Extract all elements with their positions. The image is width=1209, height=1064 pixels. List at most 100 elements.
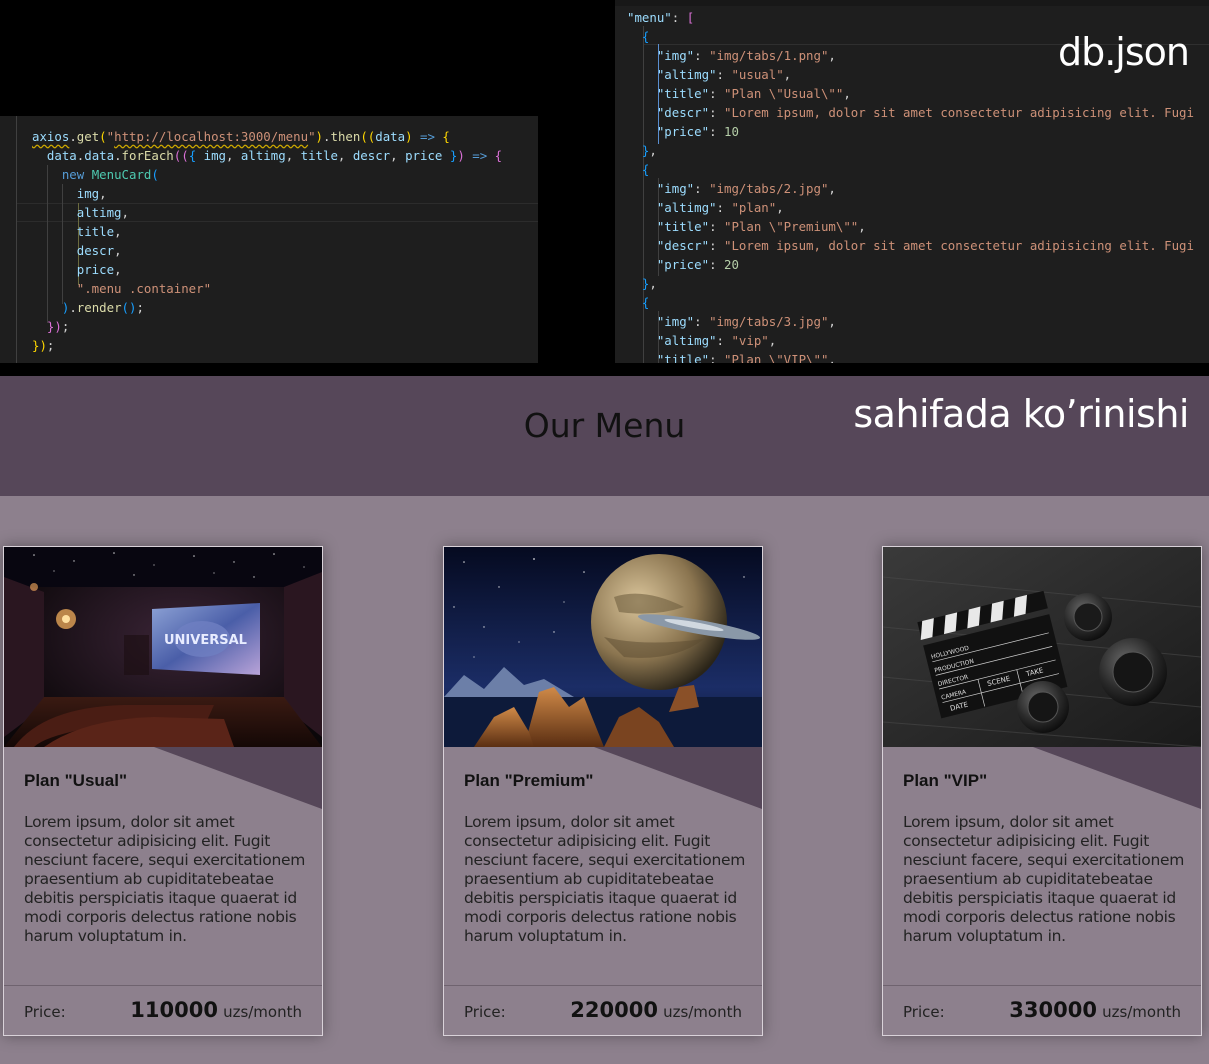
- menu-card: HOLLYWOOD PRODUCTION DIRECTOR CAMERA DAT…: [882, 546, 1202, 1036]
- home-cinema-image: UNIVERSAL: [4, 547, 322, 747]
- code-line: "title": "Plan \"Premium\"",: [627, 217, 1194, 236]
- code-token: then: [330, 129, 361, 144]
- code-token: 10: [723, 124, 739, 139]
- code-token: ,: [858, 219, 866, 234]
- code-token: descr: [352, 148, 391, 163]
- code-token: :: [709, 86, 724, 101]
- code-line: "descr": "Lorem ipsum, dolor sit amet co…: [627, 236, 1194, 255]
- code-token: "Plan \"Usual\"": [723, 86, 844, 101]
- code-line: "altimg": "plan",: [627, 198, 1194, 217]
- screen-logo-text: UNIVERSAL: [164, 633, 247, 648]
- clapperboard-image: HOLLYWOOD PRODUCTION DIRECTOR CAMERA DAT…: [883, 547, 1201, 747]
- code-token: altimg: [32, 205, 122, 220]
- code-token: render: [76, 300, 122, 315]
- section-divider: [0, 363, 1209, 376]
- menu-header: Our Menu sahifada ko’rinishi: [0, 376, 1209, 496]
- code-token: "img": [627, 48, 695, 63]
- code-token: (: [151, 167, 159, 182]
- price-total: 110000 uzs/month: [130, 998, 302, 1022]
- card-divider: [444, 985, 762, 986]
- code-line: ).render();: [32, 298, 502, 317]
- card-description: Lorem ipsum, dolor sit amet consectetur …: [464, 813, 746, 945]
- js-code-text: axios.get("http://localhost:3000/menu").…: [32, 127, 502, 355]
- card-title: Plan "Premium": [464, 771, 594, 790]
- code-token: "Plan \"VIP\"": [723, 352, 829, 363]
- code-token: :: [694, 314, 710, 329]
- card-title: Plan "Usual": [24, 771, 128, 790]
- code-token: =>: [464, 148, 495, 163]
- menu-container: UNIVERSAL Plan "Usual" Lorem ipsum, dolo…: [0, 496, 1209, 1064]
- price-unit: uzs/month: [1102, 1003, 1181, 1021]
- code-token: "img/tabs/1.png": [709, 48, 829, 63]
- code-line: "altimg": "vip",: [627, 331, 1194, 350]
- code-token: .: [114, 148, 122, 163]
- code-token: ,: [783, 67, 792, 82]
- code-token: :: [716, 200, 732, 215]
- code-token: ,: [828, 314, 836, 329]
- code-token: ): [457, 148, 465, 163]
- code-line: "menu": [: [627, 8, 1194, 27]
- code-token: =>: [412, 129, 443, 144]
- code-token: "vip": [731, 333, 769, 348]
- code-token: ,: [114, 243, 122, 258]
- code-token: forEach: [121, 148, 174, 163]
- space-planet-image: [444, 547, 762, 747]
- code-token: "plan": [731, 200, 777, 215]
- code-token: "img": [627, 181, 695, 196]
- price-label: Price:: [464, 1003, 506, 1021]
- code-token: "title": [627, 219, 710, 234]
- code-token: ": [308, 129, 316, 144]
- code-line: "descr": "Lorem ipsum, dolor sit amet co…: [627, 103, 1194, 122]
- code-token: ;: [46, 338, 55, 353]
- price-amount: 220000: [570, 998, 658, 1022]
- editor-top-bar: [615, 0, 1209, 6]
- code-line: img,: [32, 184, 502, 203]
- code-token: }): [46, 319, 62, 334]
- code-token: axios: [32, 129, 70, 144]
- code-token: :: [709, 219, 724, 234]
- code-token: :: [709, 105, 724, 120]
- code-token: "price": [627, 257, 710, 272]
- code-token: ": [106, 129, 115, 144]
- code-token: "img/tabs/3.jpg": [709, 314, 829, 329]
- code-token: ,: [649, 276, 657, 291]
- code-line: "title": "Plan \"Usual\"",: [627, 84, 1194, 103]
- code-token: {: [188, 148, 204, 163]
- code-token: {: [442, 129, 450, 144]
- card-description: Lorem ipsum, dolor sit amet consectetur …: [903, 813, 1185, 945]
- code-token: }): [32, 338, 47, 353]
- price-label: Price:: [903, 1003, 945, 1021]
- code-line: price,: [32, 260, 502, 279]
- code-token: :: [709, 352, 724, 363]
- code-token: "menu": [627, 10, 672, 25]
- price-amount: 110000: [130, 998, 218, 1022]
- code-token: descr: [32, 243, 115, 258]
- code-token: ): [405, 129, 413, 144]
- code-token: "img": [627, 314, 695, 329]
- code-token: "altimg": [627, 200, 717, 215]
- code-line: "price": 20: [627, 255, 1194, 274]
- code-token: .: [69, 129, 77, 144]
- code-token: .: [69, 300, 77, 315]
- code-token: ,: [390, 148, 406, 163]
- code-token: "Lorem ipsum, dolor sit amet consectetur…: [723, 238, 1194, 253]
- code-line: "title": "Plan \"VIP\"",: [627, 350, 1194, 363]
- code-token: price: [32, 262, 115, 277]
- code-token: ;: [61, 319, 70, 334]
- code-token: "altimg": [627, 67, 717, 82]
- code-token: ,: [114, 262, 122, 277]
- code-token: ,: [285, 148, 301, 163]
- price-unit: uzs/month: [223, 1003, 302, 1021]
- price-total: 220000 uzs/month: [570, 998, 742, 1022]
- price-amount: 330000: [1009, 998, 1097, 1022]
- code-token: {: [641, 295, 650, 310]
- code-token: :: [716, 333, 732, 348]
- code-token: ,: [649, 143, 657, 158]
- code-token: 20: [723, 257, 739, 272]
- code-line: data.data.forEach(({ img, altimg, title,…: [32, 146, 502, 165]
- code-token: "Plan \"Premium\"": [723, 219, 859, 234]
